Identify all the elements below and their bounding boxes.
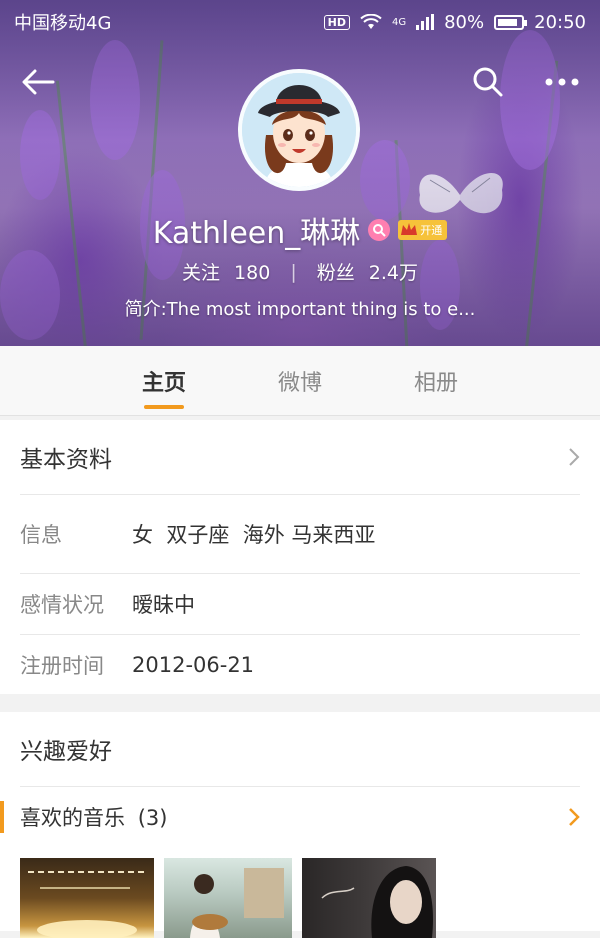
followers-label: 粉丝 [316,262,355,284]
carrier-label: 中国移动4G [14,13,112,34]
battery-percent: 80% [444,11,485,33]
back-button[interactable] [16,60,60,104]
album-cover[interactable] [20,858,154,938]
relationship-value: 暧昧中 [132,593,195,617]
wifi-icon [360,14,382,29]
followers-count: 2.4万 [368,262,418,284]
signal-icon [416,14,435,30]
basic-info-title: 基本资料 [20,447,112,473]
tab-home[interactable]: 主页 [96,346,232,415]
status-bar: 中国移动4G HD 4G 80% 20:50 [0,0,600,44]
interests-title: 兴趣爱好 [20,739,112,765]
relationship-label: 感情状况 [20,593,104,617]
username: Kathleen_琳琳 [152,216,361,251]
hd-badge: HD [323,14,350,30]
album-list [20,858,436,938]
favorite-music-label: 喜欢的音乐 [20,806,125,830]
profile-tabs: 主页 微博 相册 [0,346,600,416]
profile-bio[interactable]: 简介:The most important thing is to e... [0,295,600,321]
stats-divider: | [290,260,297,283]
info-row-profile: 信息 女 双子座 海外 马来西亚 [0,495,600,573]
album-art [190,868,284,938]
following-label: 关注 [181,262,220,284]
network-type: 4G [391,16,407,28]
basic-info-card: 基本资料 信息 女 双子座 海外 马来西亚 感情状况 暧昧中 注册时间 2012… [0,420,600,694]
info-value: 女 双子座 海外 马来西亚 [132,523,376,547]
following-stat[interactable]: 关注 180 [182,258,270,285]
registered-value: 2012-06-21 [132,653,255,677]
favorite-music-row[interactable]: 喜欢的音乐 (3) [0,787,600,847]
more-button[interactable] [540,60,584,104]
chevron-right-icon [569,808,580,826]
info-row-registered: 注册时间 2012-06-21 [0,635,600,695]
vip-badge[interactable]: 开通 [398,220,448,240]
favorite-music-count: (3) [137,806,168,830]
tab-weibo[interactable]: 微博 [232,346,368,415]
search-icon [473,67,503,97]
album-cover[interactable] [164,858,292,938]
vip-label: 开通 [420,224,443,237]
back-arrow-icon [22,69,55,95]
search-button[interactable] [466,60,510,104]
username-row: Kathleen_琳琳 开通 [0,208,600,252]
info-label: 信息 [20,523,62,547]
avatar-cartoon-girl [242,73,356,187]
basic-info-header[interactable]: 基本资料 [0,420,600,494]
followers-stat[interactable]: 粉丝 2.4万 [317,258,418,285]
tab-album[interactable]: 相册 [368,346,504,415]
following-count: 180 [234,262,271,284]
profile-stats: 关注 180 | 粉丝 2.4万 [0,258,600,285]
crown-icon [401,223,418,235]
info-row-relationship: 感情状况 暧昧中 [0,574,600,634]
album-cover[interactable] [302,858,436,938]
verified-search-icon[interactable] [368,219,391,241]
clock: 20:50 [534,11,586,33]
battery-icon [494,14,528,30]
chevron-right-icon [569,448,580,466]
album-art [321,866,433,938]
interests-card: 兴趣爱好 喜欢的音乐 (3) [0,712,600,938]
album-art [28,871,146,938]
registered-label: 注册时间 [20,654,104,678]
avatar[interactable] [238,69,360,191]
more-dots-icon [545,78,579,86]
